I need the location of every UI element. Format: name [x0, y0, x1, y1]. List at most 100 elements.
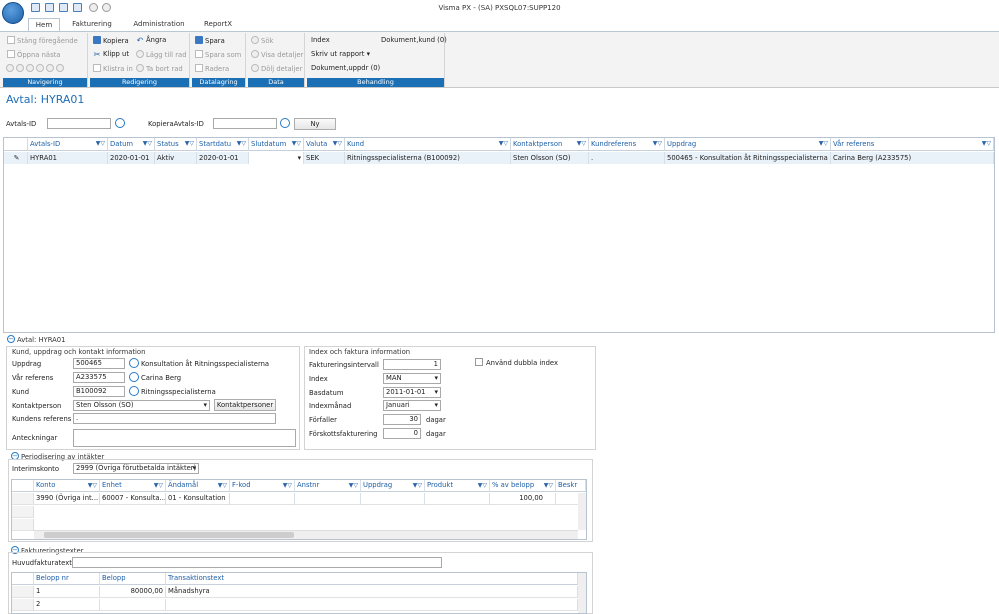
- last-icon[interactable]: [56, 64, 64, 72]
- ta-bort-rad-button[interactable]: Ta bort rad: [136, 64, 183, 74]
- spara-som-button[interactable]: Spara som: [195, 50, 241, 60]
- col-uppdrag[interactable]: Uppdrag ▼▽: [361, 480, 425, 492]
- cell-status[interactable]: Aktiv: [155, 152, 197, 164]
- col-valuta[interactable]: Valuta ▼▽: [304, 138, 345, 151]
- horizontal-scrollbar[interactable]: [34, 530, 578, 539]
- edit-icon[interactable]: ✎: [4, 152, 28, 164]
- huvudfakturatext-input[interactable]: [72, 557, 442, 568]
- stang-foregaende-button[interactable]: Stäng föregående: [7, 36, 78, 46]
- col-kundreferens[interactable]: Kundreferens ▼▽: [589, 138, 665, 151]
- col-uppdrag[interactable]: Uppdrag ▼▽: [665, 138, 831, 151]
- col-beskr[interactable]: Beskr: [556, 480, 586, 492]
- cell-valuta[interactable]: SEK: [304, 152, 345, 164]
- kundens-referens-input[interactable]: .: [73, 413, 276, 424]
- oppna-nasta-button[interactable]: Öppna nästa: [7, 50, 60, 60]
- search-icon[interactable]: [129, 372, 139, 382]
- tab-hem[interactable]: Hem: [28, 18, 60, 31]
- klipp-ut-button[interactable]: ✂ Klipp ut: [93, 50, 129, 59]
- col-anstnr[interactable]: Anstnr ▼▽: [295, 480, 361, 492]
- anteckningar-input[interactable]: [73, 429, 296, 447]
- col-konto[interactable]: Konto ▼▽: [34, 480, 100, 492]
- basdatum-select[interactable]: 2011-01-01: [383, 387, 441, 398]
- dubbla-index-checkbox[interactable]: [475, 358, 483, 366]
- uppdrag-input[interactable]: 500465: [73, 358, 125, 369]
- col-belopp[interactable]: Belopp: [100, 573, 166, 585]
- cell-uppdrag[interactable]: [361, 493, 425, 505]
- col-kund[interactable]: Kund ▼▽: [345, 138, 511, 151]
- tab-reportx[interactable]: ReportX: [200, 18, 236, 31]
- forfaller-input[interactable]: 30: [383, 414, 421, 425]
- row-header[interactable]: [12, 599, 34, 611]
- collapse-icon[interactable]: −: [7, 335, 15, 343]
- visa-detaljer-button[interactable]: Visa detaljer: [251, 50, 303, 60]
- col-transaktionstext[interactable]: Transaktionstext: [166, 573, 578, 585]
- col-startdatum[interactable]: Startdatu ▼▽: [197, 138, 249, 151]
- search-icon[interactable]: [115, 118, 125, 128]
- search-icon[interactable]: [129, 386, 139, 396]
- search-icon[interactable]: [129, 358, 139, 368]
- kopiera-button[interactable]: Kopiera: [93, 36, 129, 46]
- cell-transaktionstext[interactable]: Månadshyra: [166, 586, 578, 598]
- col-enhet[interactable]: Enhet ▼▽: [100, 480, 166, 492]
- kontaktperson-select[interactable]: Sten Olsson (SO): [73, 400, 210, 411]
- cell-uppdrag[interactable]: 500465 - Konsultation åt Ritningsspecial…: [665, 152, 831, 164]
- cell-belopp-nr[interactable]: 2: [34, 599, 100, 611]
- next-icon[interactable]: [46, 64, 54, 72]
- col-var-referens[interactable]: Vår referens ▼▽: [831, 138, 994, 151]
- cell-avtals-id[interactable]: HYRA01: [28, 152, 108, 164]
- spara-button[interactable]: Spara: [195, 36, 225, 46]
- dolj-detaljer-button[interactable]: Dölj detaljer: [251, 64, 302, 74]
- tab-fakturering[interactable]: Fakturering: [68, 18, 116, 31]
- indexmanad-select[interactable]: Januari: [383, 400, 441, 411]
- cell-belopp[interactable]: [100, 599, 166, 611]
- vertical-scrollbar[interactable]: [578, 573, 586, 613]
- vertical-scrollbar[interactable]: [578, 493, 586, 530]
- nav-arrows[interactable]: [6, 64, 66, 74]
- prev-icon[interactable]: [16, 64, 24, 72]
- col-datum[interactable]: Datum ▼▽: [108, 138, 155, 151]
- klistra-in-button[interactable]: Klistra in: [93, 64, 133, 74]
- cell-var-referens[interactable]: Carina Berg (A233575): [831, 152, 994, 164]
- faktureringsintervall-input[interactable]: 1: [383, 359, 441, 370]
- angra-button[interactable]: ↶ Ångra: [136, 36, 167, 45]
- scroll-thumb[interactable]: [44, 532, 294, 538]
- col-status[interactable]: Status ▼▽: [155, 138, 197, 151]
- col-f-kod[interactable]: F-kod ▼▽: [230, 480, 295, 492]
- row-header[interactable]: [12, 493, 34, 505]
- avtals-id-input[interactable]: [47, 118, 111, 129]
- row-header[interactable]: [12, 586, 34, 598]
- cell-kontaktperson[interactable]: Sten Olsson (SO): [511, 152, 589, 164]
- cell-andamal[interactable]: 01 - Konsultation: [166, 493, 230, 505]
- forward-icon[interactable]: [36, 64, 44, 72]
- cell-anstnr[interactable]: [295, 493, 361, 505]
- forskottsfakturering-input[interactable]: 0: [383, 428, 421, 439]
- cell-enhet[interactable]: 60007 - Konsulta...: [100, 493, 166, 505]
- ny-button[interactable]: Ny: [294, 118, 336, 130]
- col-slutdatum[interactable]: Slutdatum ▼▽: [249, 138, 304, 151]
- cell-belopp[interactable]: 80000,00: [100, 586, 166, 598]
- tab-administration[interactable]: Administration: [130, 18, 188, 31]
- index-select[interactable]: MAN: [383, 373, 441, 384]
- col-belopp-nr[interactable]: Belopp nr: [34, 573, 100, 585]
- var-referens-input[interactable]: A233575: [73, 372, 125, 383]
- radera-button[interactable]: Radera: [195, 64, 229, 74]
- kund-input[interactable]: B100092: [73, 386, 125, 397]
- back-icon[interactable]: [26, 64, 34, 72]
- col-avtals-id[interactable]: Avtals-ID ▼▽: [28, 138, 108, 151]
- col-kontaktperson[interactable]: Kontaktperson ▼▽: [511, 138, 589, 151]
- sok-button[interactable]: Sök: [251, 36, 273, 46]
- row-header[interactable]: [12, 506, 34, 518]
- dokument-uppdr-button[interactable]: Dokument,uppdr (0): [311, 64, 380, 73]
- cell-konto[interactable]: 3990 (Övriga int...: [34, 493, 100, 505]
- skriv-ut-rapport-button[interactable]: Skriv ut rapport ▾: [311, 50, 370, 59]
- cell-f-kod[interactable]: [230, 493, 295, 505]
- kopiera-avtals-id-input[interactable]: [213, 118, 277, 129]
- col-procent-belopp[interactable]: % av belopp ▼▽: [490, 480, 556, 492]
- cell-kundreferens[interactable]: .: [589, 152, 665, 164]
- dokument-kund-button[interactable]: Dokument,kund (0): [381, 36, 447, 45]
- cell-startdatum[interactable]: 2020-01-01: [197, 152, 249, 164]
- search-icon[interactable]: [280, 118, 290, 128]
- interimskonto-select[interactable]: 2999 (Övriga förutbetalda intäkter): [73, 463, 199, 474]
- kontaktpersoner-button[interactable]: Kontaktpersoner: [214, 399, 276, 411]
- cell-belopp-nr[interactable]: 1: [34, 586, 100, 598]
